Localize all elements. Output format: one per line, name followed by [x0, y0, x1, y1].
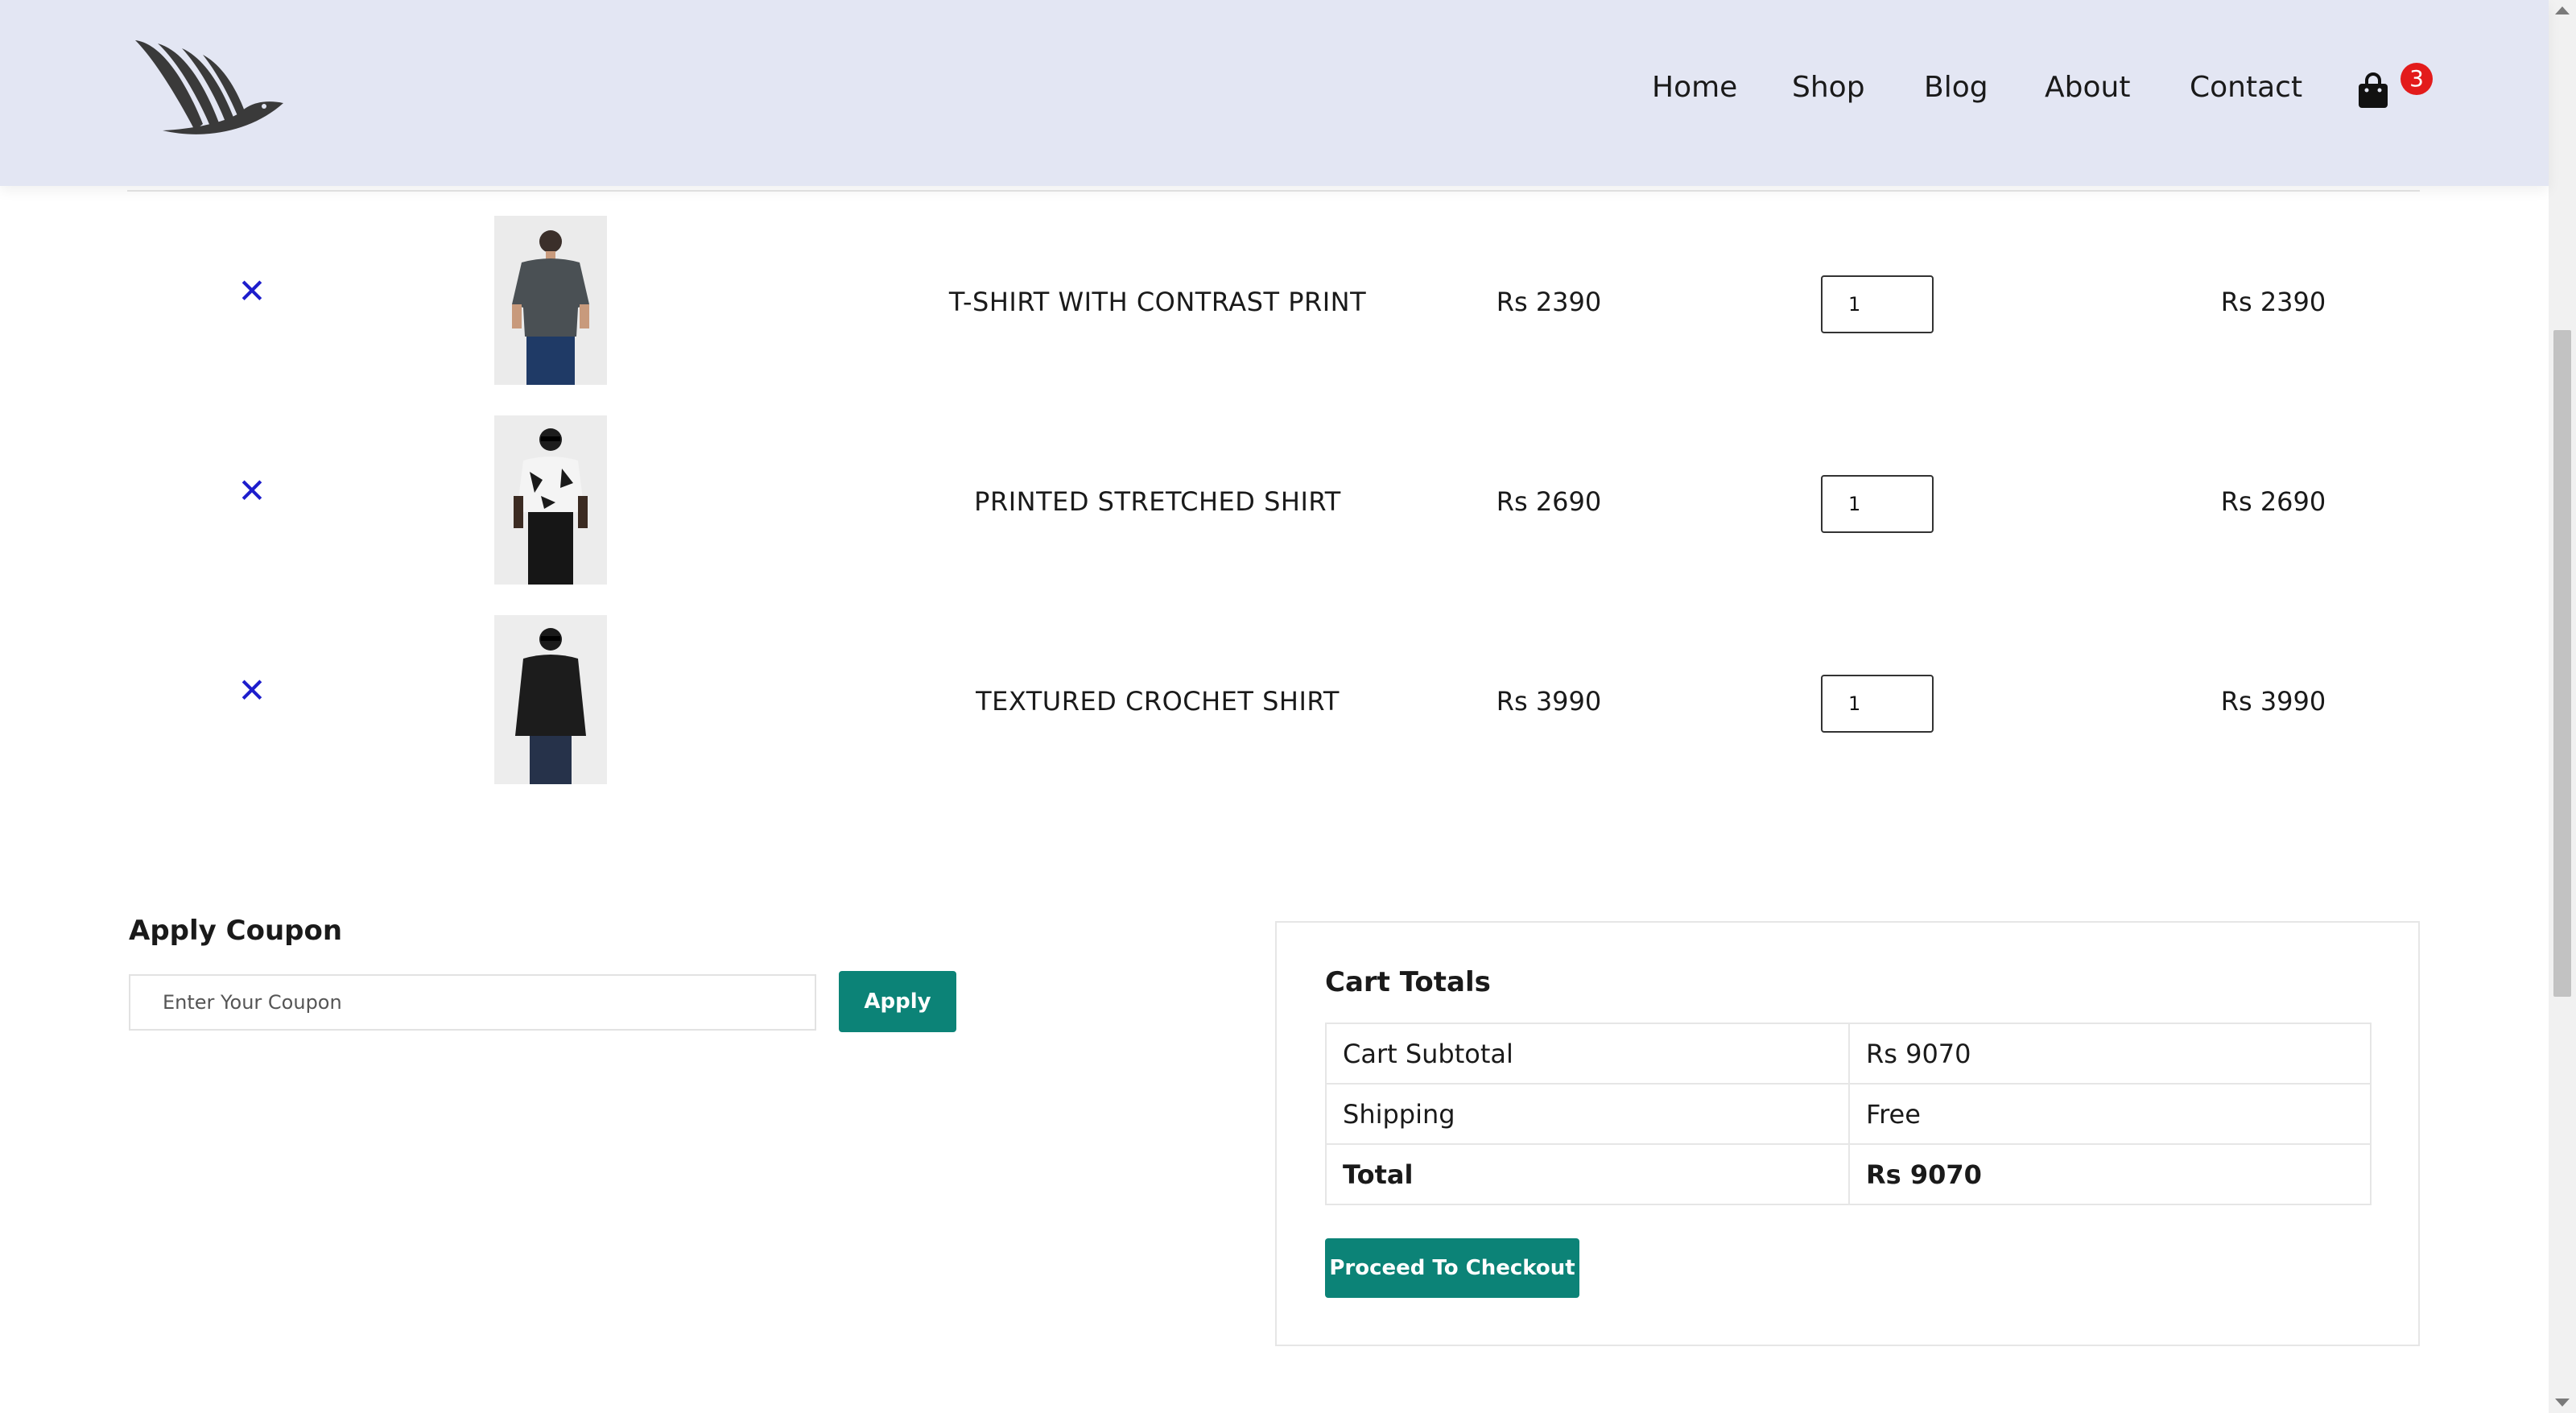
product-name[interactable]: TEXTURED CROCHET SHIRT: [787, 686, 1528, 717]
totals-value: Rs 9070: [1848, 1023, 2372, 1085]
scroll-down-arrow-icon[interactable]: [2555, 1399, 2570, 1407]
nav-about[interactable]: About: [2045, 71, 2130, 104]
product-name[interactable]: PRINTED STRETCHED SHIRT: [787, 486, 1528, 517]
cart-totals-table: Cart Subtotal Rs 9070 Shipping Free Tota…: [1325, 1023, 2372, 1205]
page-scrollbar[interactable]: [2549, 0, 2576, 1413]
quantity-input[interactable]: [1821, 475, 1934, 533]
product-image: [494, 415, 607, 585]
totals-row: Cart Subtotal Rs 9070: [1325, 1023, 2372, 1085]
nav-blog[interactable]: Blog: [1924, 71, 1988, 104]
nav-home[interactable]: Home: [1652, 71, 1737, 104]
line-subtotal: Rs 3990: [2220, 686, 2326, 717]
table-divider: [127, 190, 2420, 192]
nav-shop[interactable]: Shop: [1792, 71, 1865, 104]
shopping-bag-icon[interactable]: [2357, 71, 2389, 109]
totals-row: Total Rs 9070: [1325, 1143, 2372, 1205]
coupon-input[interactable]: [129, 974, 816, 1031]
product-image: [494, 615, 607, 784]
close-icon[interactable]: ✕: [237, 275, 266, 308]
close-icon[interactable]: ✕: [237, 474, 266, 508]
apply-coupon-button[interactable]: Apply: [839, 971, 956, 1032]
cart-totals-panel: Cart Totals Cart Subtotal Rs 9070 Shippi…: [1275, 921, 2420, 1346]
line-subtotal: Rs 2690: [2220, 486, 2326, 517]
product-name[interactable]: T-SHIRT WITH CONTRAST PRINT: [787, 287, 1528, 317]
scrollbar-thumb[interactable]: [2553, 330, 2571, 997]
cart-row: ✕ PRINTED STRETCHED SHIRT Rs 2690 Rs 269…: [127, 415, 2420, 585]
site-header: Home Shop Blog About Contact 3: [0, 0, 2549, 186]
quantity-input[interactable]: [1821, 275, 1934, 333]
unit-price: Rs 3990: [1496, 686, 1602, 717]
nav-contact[interactable]: Contact: [2190, 71, 2302, 104]
cart-totals-title: Cart Totals: [1325, 966, 1491, 998]
line-subtotal: Rs 2390: [2220, 287, 2326, 317]
close-icon[interactable]: ✕: [237, 674, 266, 708]
totals-row: Shipping Free: [1325, 1083, 2372, 1145]
cart-row: ✕ TEXTURED CROCHET SHIRT Rs 3990 Rs 3990: [127, 615, 2420, 784]
bird-logo-icon[interactable]: [130, 35, 288, 142]
totals-value: Rs 9070: [1848, 1143, 2372, 1205]
totals-label: Total: [1325, 1143, 1850, 1205]
scroll-up-arrow-icon[interactable]: [2555, 6, 2570, 14]
cart-row: ✕ T-SHIRT WITH CONTRAST PRINT Rs 2390 Rs…: [127, 216, 2420, 385]
proceed-to-checkout-button[interactable]: Proceed To Checkout: [1325, 1238, 1579, 1298]
unit-price: Rs 2390: [1496, 287, 1602, 317]
totals-label: Cart Subtotal: [1325, 1023, 1850, 1085]
quantity-input[interactable]: [1821, 675, 1934, 733]
product-image: [494, 216, 607, 385]
totals-label: Shipping: [1325, 1083, 1850, 1145]
totals-value: Free: [1848, 1083, 2372, 1145]
cart-count-badge: 3: [2401, 63, 2433, 95]
coupon-title: Apply Coupon: [129, 915, 343, 947]
unit-price: Rs 2690: [1496, 486, 1602, 517]
